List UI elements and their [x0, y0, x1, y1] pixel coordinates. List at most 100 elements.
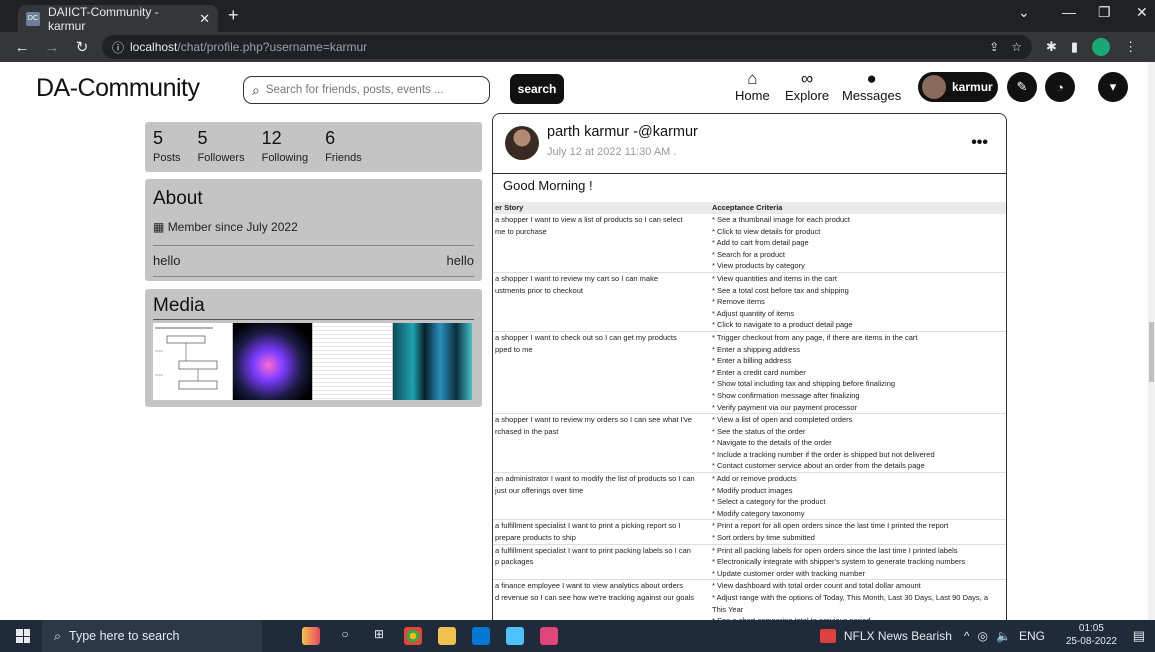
doc-criteria-cell: * View a list of open and completed orde…	[712, 414, 1006, 472]
stat-number: 5	[197, 128, 208, 148]
doc-story-line	[495, 249, 712, 261]
post-image-document[interactable]: er Story Acceptance Criteria a shopper I…	[493, 202, 1006, 628]
media-thumbnails	[153, 323, 474, 400]
doc-header-row: er Story Acceptance Criteria	[493, 202, 1006, 214]
chrome-icon[interactable]	[404, 627, 422, 645]
dropdown-icon[interactable]: ▾	[1098, 72, 1128, 102]
new-tab-icon[interactable]: +	[228, 5, 239, 26]
doc-story-cell: an administrator I want to modify the li…	[493, 473, 712, 519]
about-title: About	[153, 188, 203, 209]
reload-icon[interactable]: ↻	[74, 38, 90, 56]
site-info-icon[interactable]: ⓘ	[112, 39, 124, 56]
search-placeholder: Search for friends, posts, events ...	[265, 84, 444, 96]
doc-criteria-line: * See a thumbnail image for each product	[712, 215, 850, 224]
windows-start-icon[interactable]	[16, 629, 30, 643]
nav-home[interactable]: ⌂ Home	[735, 70, 770, 104]
window-close-icon[interactable]: ✕	[1136, 4, 1148, 21]
page-scrollbar[interactable]	[1148, 62, 1155, 620]
stock-news-icon[interactable]	[819, 629, 836, 643]
media-thumbnail[interactable]	[393, 323, 472, 400]
store-icon[interactable]	[506, 627, 524, 645]
stat-number: 12	[261, 128, 282, 148]
news-ticker[interactable]: NFLX News Bearish	[844, 629, 952, 643]
stat-followers[interactable]: 5 Followers	[198, 128, 245, 172]
language-indicator[interactable]: ENG	[1019, 629, 1045, 643]
doc-criteria-line: * Enter a billing address	[712, 356, 792, 366]
doc-criteria-line: * View a list of open and completed orde…	[712, 415, 853, 425]
messages-icon[interactable]: ◔	[1045, 72, 1075, 102]
media-thumbnail[interactable]	[153, 323, 232, 400]
scrollbar-thumb[interactable]	[1149, 322, 1154, 382]
browser-profile-avatar[interactable]	[1092, 38, 1111, 56]
diagram-thumbnail	[155, 327, 218, 390]
doc-criteria-line: * View quantities and items in the cart	[712, 273, 837, 283]
doc-criteria-line: * Print a report for all open orders sin…	[712, 521, 949, 531]
doc-criteria-line: * Adjust quantity of items	[712, 308, 795, 318]
about-panel: About ▦ Member since July 2022 hello hel…	[145, 179, 482, 281]
edit-profile-icon[interactable]: ✎	[1007, 72, 1037, 102]
doc-criteria-line: * Include a tracking number if the order…	[712, 449, 935, 459]
doc-story-line	[495, 260, 712, 272]
post-author-avatar[interactable]	[505, 126, 539, 160]
nav-explore[interactable]: ∞ Explore	[785, 70, 829, 104]
tab-search-chevron-icon[interactable]: ⌄	[1018, 4, 1030, 21]
volume-icon[interactable]: 🔈	[996, 629, 1011, 643]
share-icon[interactable]: ⇪	[989, 40, 999, 54]
profile-stats: 5 Posts 5 Followers 12 Following 6 Frien…	[145, 122, 482, 172]
minimize-icon[interactable]: —	[1062, 4, 1076, 20]
stat-posts[interactable]: 5 Posts	[153, 128, 181, 172]
url-host: localhost	[130, 40, 178, 54]
doc-row: a shopper I want to check out so I can g…	[493, 332, 1006, 415]
restore-icon[interactable]: ❐	[1098, 4, 1111, 21]
brand-logo[interactable]: DA-Community	[36, 74, 200, 103]
doc-criteria-line: This Year	[712, 604, 744, 614]
notifications-icon[interactable]: ▤	[1133, 628, 1145, 644]
extensions-puzzle-icon[interactable]: ✱	[1046, 39, 1057, 55]
weather-widget-icon[interactable]	[302, 627, 320, 645]
file-explorer-icon[interactable]	[438, 627, 456, 645]
post-author[interactable]: parth karmur -@karmur	[547, 124, 698, 140]
taskbar-search-input[interactable]: ⌕ Type here to search	[42, 620, 262, 652]
bio-right: hello	[446, 253, 474, 268]
network-icon[interactable]: ◎	[978, 629, 988, 643]
doc-story-line: a shopper I want to review my orders so …	[495, 415, 692, 425]
taskbar-clock[interactable]: 01:05 25-08-2022	[1066, 622, 1117, 648]
close-tab-icon[interactable]: ✕	[199, 11, 210, 27]
mail-icon[interactable]	[472, 627, 490, 645]
doc-story-line: a shopper I want to view a list of produ…	[495, 215, 683, 224]
search-button[interactable]: search	[510, 74, 564, 104]
side-panel-icon[interactable]: ▮	[1071, 39, 1078, 55]
stat-following[interactable]: 12 Following	[262, 128, 308, 172]
media-thumbnail[interactable]	[313, 323, 392, 400]
stat-label: Posts	[153, 152, 181, 164]
stat-friends[interactable]: 6 Friends	[325, 128, 362, 172]
doc-criteria-cell: * Add or remove products * Modify product…	[712, 473, 1006, 519]
app-icon[interactable]	[540, 627, 558, 645]
address-bar[interactable]: ⓘ localhost/chat/profile.php?username=ka…	[102, 35, 1032, 59]
media-thumbnail[interactable]	[233, 323, 312, 400]
doc-header-criteria: Acceptance Criteria	[712, 203, 783, 212]
browser-menu-icon[interactable]: ⋮	[1124, 39, 1137, 55]
tray-chevron-icon[interactable]: ^	[964, 629, 970, 643]
search-input[interactable]: ⌕ Search for friends, posts, events ...	[243, 76, 490, 104]
user-profile-button[interactable]: karmur	[918, 72, 998, 102]
doc-story-line: a fulfillment specialist I want to print…	[495, 545, 691, 555]
doc-criteria-line: * Remove items	[712, 297, 765, 307]
bookmark-star-icon[interactable]: ☆	[1011, 40, 1022, 54]
doc-criteria-line: * Modify category taxonomy	[712, 508, 805, 518]
doc-story-line: rchased in the past	[495, 426, 559, 436]
doc-criteria-line: * Adjust range with the options of Today…	[712, 593, 988, 602]
cortana-icon[interactable]: ○	[336, 627, 354, 645]
tab-title: DAIICT-Community - karmur	[47, 4, 159, 33]
back-icon[interactable]: ←	[14, 39, 30, 56]
url-path: /chat/profile.php?username=karmur	[177, 40, 368, 54]
doc-story-line	[495, 508, 712, 520]
forward-icon[interactable]: →	[44, 39, 60, 56]
search-icon: ⌕	[54, 628, 62, 643]
nav-messages[interactable]: ● Messages	[842, 70, 901, 104]
post-options-icon[interactable]: •••	[971, 134, 988, 152]
doc-story-line	[495, 437, 712, 449]
doc-row: a fulfillment specialist I want to print…	[493, 520, 1006, 545]
task-view-icon[interactable]: ⊞	[370, 627, 388, 645]
browser-tab[interactable]: DC DAIICT-Community - karmur ✕	[18, 4, 218, 33]
